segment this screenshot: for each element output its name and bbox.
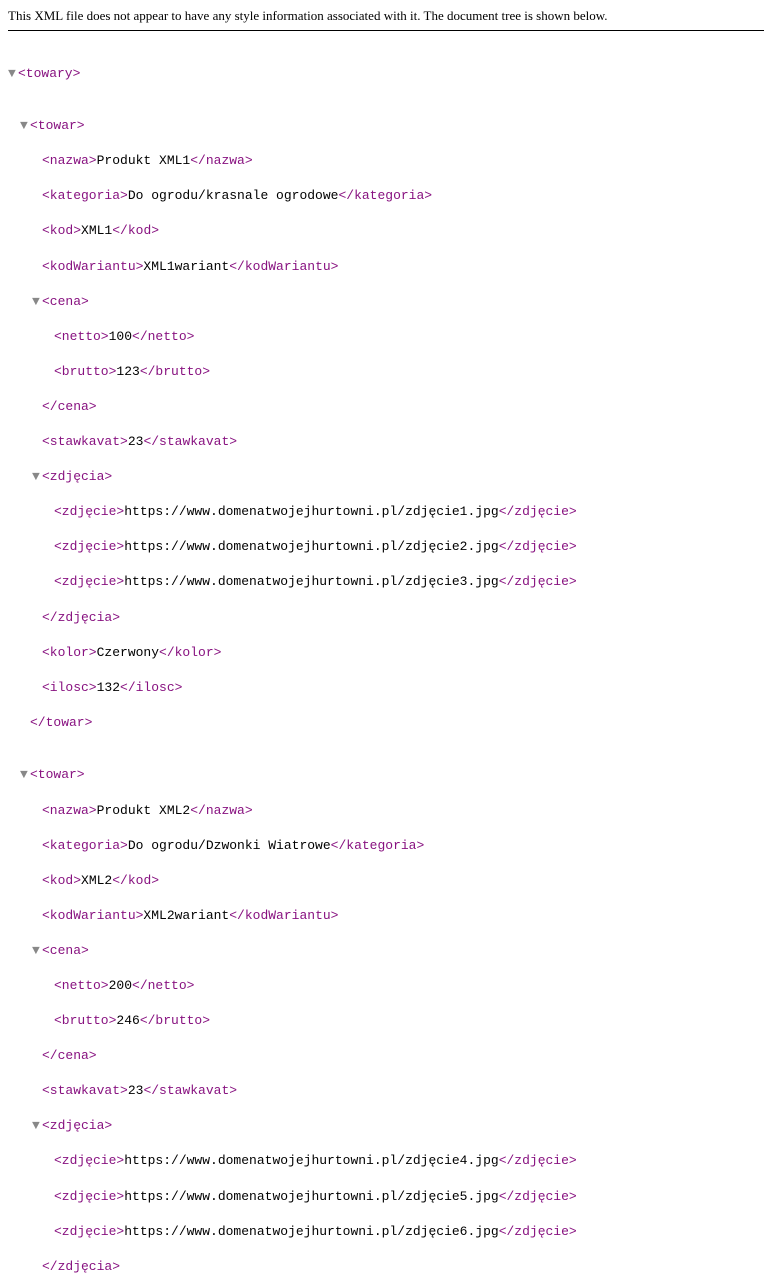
tag-cena-close: </cena> [8,1047,764,1065]
toggle-icon[interactable]: ▼ [32,942,42,960]
tag-zdjecie: <zdjęcie>https://www.domenatwojejhurtown… [8,538,764,556]
tag-kodwariantu: <kodWariantu>XML1wariant</kodWariantu> [8,258,764,276]
xml-tree: ▼<towary> ▼<towar> <nazwa>Produkt XML1</… [8,37,764,1278]
tag-netto: <netto>200</netto> [8,977,764,995]
tag-towar-close: </towar> [8,714,764,732]
tag-kolor: <kolor>Czerwony</kolor> [8,644,764,662]
tag-zdjecie: <zdjęcie>https://www.domenatwojejhurtown… [8,503,764,521]
toggle-icon[interactable]: ▼ [20,117,30,135]
tag-nazwa: <nazwa>Produkt XML2</nazwa> [8,802,764,820]
tag-towar-open[interactable]: ▼<towar> [8,117,764,135]
tag-kategoria: <kategoria>Do ogrodu/Dzwonki Wiatrowe</k… [8,837,764,855]
style-notice: This XML file does not appear to have an… [8,8,764,31]
tag-zdjecie: <zdjęcie>https://www.domenatwojejhurtown… [8,573,764,591]
tag-stawkavat: <stawkavat>23</stawkavat> [8,1082,764,1100]
toggle-icon[interactable]: ▼ [20,766,30,784]
tag-zdjecia-close: </zdjęcia> [8,1258,764,1276]
tag-brutto: <brutto>123</brutto> [8,363,764,381]
tag-stawkavat: <stawkavat>23</stawkavat> [8,433,764,451]
toggle-icon[interactable]: ▼ [32,293,42,311]
tag-nazwa: <nazwa>Produkt XML1</nazwa> [8,152,764,170]
tag-cena-close: </cena> [8,398,764,416]
tag-zdjecie: <zdjęcie>https://www.domenatwojejhurtown… [8,1223,764,1241]
toggle-icon[interactable]: ▼ [8,65,18,83]
tag-zdjecia-close: </zdjęcia> [8,609,764,627]
tag-zdjecie: <zdjęcie>https://www.domenatwojejhurtown… [8,1188,764,1206]
tag-cena-open[interactable]: ▼<cena> [8,942,764,960]
tag-kod: <kod>XML2</kod> [8,872,764,890]
toggle-icon[interactable]: ▼ [32,1117,42,1135]
tag-ilosc: <ilosc>132</ilosc> [8,679,764,697]
tag-kod: <kod>XML1</kod> [8,222,764,240]
tag-zdjecia-open[interactable]: ▼<zdjęcia> [8,1117,764,1135]
tag-towary-open[interactable]: ▼<towary> [8,65,764,83]
toggle-icon[interactable]: ▼ [32,468,42,486]
tag-kategoria: <kategoria>Do ogrodu/krasnale ogrodowe</… [8,187,764,205]
tag-kodwariantu: <kodWariantu>XML2wariant</kodWariantu> [8,907,764,925]
tag-cena-open[interactable]: ▼<cena> [8,293,764,311]
tag-zdjecie: <zdjęcie>https://www.domenatwojejhurtown… [8,1152,764,1170]
tag-netto: <netto>100</netto> [8,328,764,346]
tag-brutto: <brutto>246</brutto> [8,1012,764,1030]
tag-towar-open[interactable]: ▼<towar> [8,766,764,784]
tag-zdjecia-open[interactable]: ▼<zdjęcia> [8,468,764,486]
